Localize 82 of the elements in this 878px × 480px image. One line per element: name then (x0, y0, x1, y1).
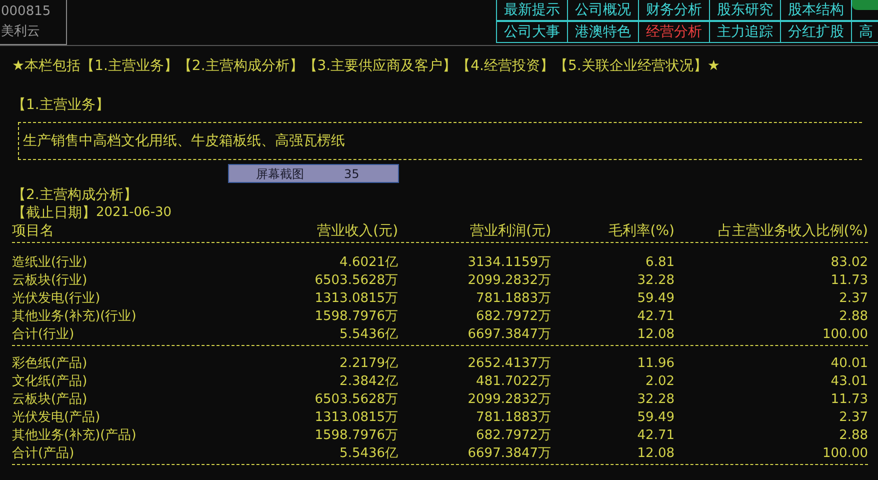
column-header: 营业利润(元) (469, 222, 552, 240)
table-cell-text: 6697.3847万 (466, 445, 552, 464)
table-cell-text: 42.71 (636, 427, 674, 446)
table-cell-text: 2652.4137万 (466, 355, 552, 374)
column-header: 毛利率(%) (607, 222, 674, 240)
table-cell-text: 1598.7976万 (314, 427, 398, 446)
stock-name: 美利云 (1, 23, 41, 41)
table-cell-text: 2.3842亿 (338, 373, 398, 392)
nav-tab[interactable]: 经营分析 (638, 21, 710, 43)
nav-tab[interactable]: 主力追踪 (709, 21, 781, 43)
table-cell-text: 云板块(行业) (12, 272, 88, 290)
table-cell-text: 682.7972万 (475, 427, 552, 446)
table-cell-text: 6.81 (644, 254, 674, 272)
intro-text: ★本栏包括【1.主营业务】【2.主营构成分析】【3.主要供应商及客户】【4.经营投资】【5.关联企业经营状况】★ (12, 57, 721, 76)
table-cell-text: 32.28 (636, 272, 674, 290)
table-cell-text: 2099.2832万 (466, 391, 552, 410)
table-cell-text: 11.73 (830, 272, 868, 290)
table-cell-text: 2.88 (838, 427, 868, 446)
table-cell-text: 合计(行业) (12, 326, 76, 344)
table-cell-text: 6697.3847万 (466, 326, 552, 344)
table-cell-text: 11.96 (636, 355, 674, 374)
table-cell-text: 2.88 (838, 308, 868, 326)
table-cell-text: 2099.2832万 (466, 272, 552, 290)
table-cell-text: 12.08 (636, 326, 674, 344)
business-text: 生产销售中高档文化用纸、牛皮箱板纸、高强瓦楞纸 (23, 132, 345, 150)
table-cell-text: 彩色纸(产品) (12, 355, 88, 374)
table-cell-text: 682.7972万 (475, 308, 552, 326)
table-cell-text: 1313.0815万 (314, 290, 398, 308)
table-cell-text: 40.01 (830, 355, 868, 374)
section-title: 【2.主营构成分析】 (12, 186, 138, 204)
table-cell-text: 83.02 (830, 254, 868, 272)
table-cell-text: 781.1883万 (475, 409, 552, 428)
table-cell-text: 光伏发电(产品) (12, 409, 102, 428)
tooltip-label: 屏幕截图 (256, 166, 304, 182)
table-cell-text: 5.5436亿 (338, 326, 398, 344)
table-cell-text: 2.37 (838, 409, 868, 428)
table-cell-text: 781.1883万 (475, 290, 552, 308)
table-cell-text: 59.49 (636, 409, 674, 428)
table-cell-text: 12.08 (636, 445, 674, 464)
table-cell-text: 59.49 (636, 290, 674, 308)
table-cell-text: 1313.0815万 (314, 409, 398, 428)
table-cell-text: 5.5436亿 (338, 445, 398, 464)
table-cell-text: 4.6021亿 (338, 254, 398, 272)
nav-tab[interactable]: 财务分析 (638, 0, 710, 21)
table-cell-text: 文化纸(产品) (12, 373, 88, 392)
table-cell-text: 1598.7976万 (314, 308, 398, 326)
nav-tab[interactable]: 最新提示 (496, 0, 568, 21)
column-header: 项目名 (12, 222, 55, 240)
table-cell-text: 3134.1159万 (466, 254, 552, 272)
table-cell-text: 2.02 (644, 373, 674, 392)
table-cell-text: 其他业务(补充)(产品) (12, 427, 138, 446)
table-cell-text: 2.37 (838, 290, 868, 308)
nav-tab[interactable]: 股东研究 (709, 0, 781, 21)
date-value: 2021-06-30 (96, 204, 172, 222)
nav-tab[interactable]: 高 (851, 21, 878, 43)
tooltip-count: 35 (344, 166, 360, 182)
badge-icon (852, 0, 878, 10)
table-cell-text: 2.2179亿 (338, 355, 398, 374)
table-cell-text: 造纸业(行业) (12, 254, 88, 272)
nav-tab[interactable]: 股本结构 (780, 0, 852, 21)
section-title: 【1.主营业务】 (12, 96, 110, 115)
nav-tab[interactable]: 公司大事 (496, 21, 568, 43)
table-cell-text: 32.28 (636, 391, 674, 410)
nav-tab[interactable]: 港澳特色 (567, 21, 639, 43)
table-cell-text: 100.00 (822, 326, 868, 344)
table-cell-text: 其他业务(补充)(行业) (12, 308, 138, 326)
table-cell-text: 43.01 (830, 373, 868, 392)
stock-code: 000815 (1, 3, 52, 21)
date-label: 【截止日期】 (12, 204, 96, 222)
table-cell-text: 6503.5628万 (314, 272, 398, 290)
table-cell-text: 11.73 (830, 391, 868, 410)
table-cell-text: 合计(产品) (12, 445, 76, 464)
nav-tab[interactable]: 公司概况 (567, 0, 639, 21)
table-cell-text: 42.71 (636, 308, 674, 326)
column-header: 营业收入(元) (316, 222, 398, 240)
column-header: 占主营业务收入比例(%) (716, 222, 868, 240)
table-cell-text: 481.7022万 (475, 373, 552, 392)
table-cell-text: 6503.5628万 (314, 391, 398, 410)
nav-tab[interactable]: 分红扩股 (780, 21, 852, 43)
table-cell-text: 光伏发电(行业) (12, 290, 102, 308)
table-cell-text: 云板块(产品) (12, 391, 88, 410)
table-cell-text: 100.00 (822, 445, 868, 464)
